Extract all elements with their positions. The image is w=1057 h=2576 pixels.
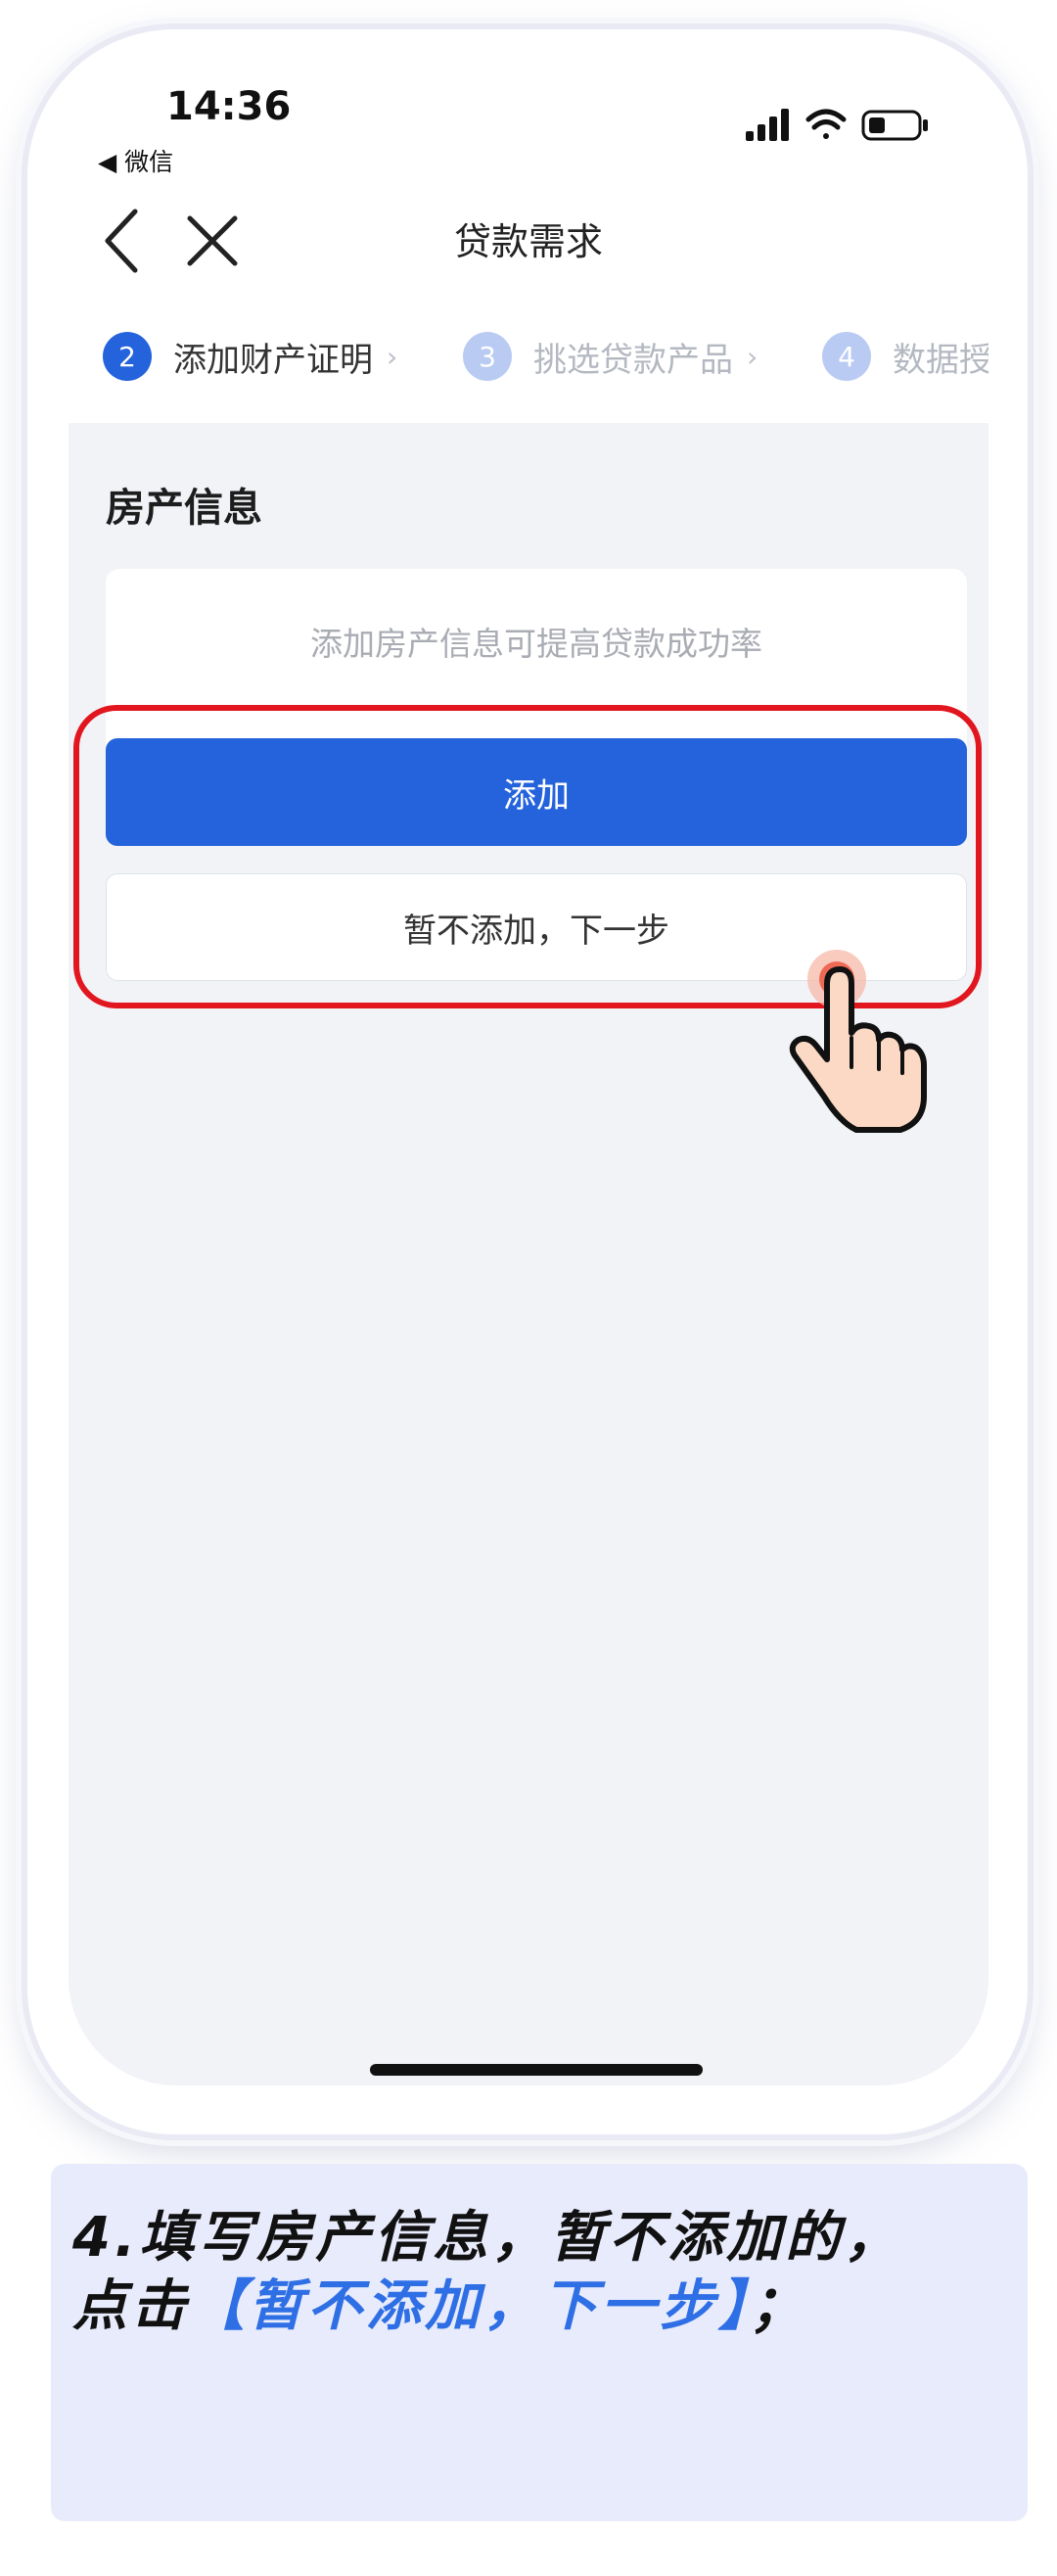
step-number: 4 [822,332,871,381]
signal-icon [746,109,789,141]
back-to-app-link[interactable]: ◀ 微信 [98,143,173,178]
section-title: 房产信息 [106,486,262,531]
chevron-right-icon: › [387,340,398,373]
wifi-icon [805,109,847,139]
caption-suffix: ； [750,2274,808,2338]
battery-icon [861,110,928,141]
page-title: 贷款需求 [453,220,603,263]
hint-text: 添加房产信息可提高贷款成功率 [310,625,762,663]
instruction-caption: 4.填写房产信息，暂不添加的， 点击【暂不添加，下一步】； [51,2164,1028,2521]
status-time: 14:36 [166,84,292,129]
step-item[interactable]: 3 挑选贷款产品 › [463,327,758,386]
caption-line-1: 4.填写房产信息，暂不添加的， [72,2206,903,2270]
caption-line-2: 点击【暂不添加，下一步】； [72,2262,808,2341]
step-label: 数据授 [893,340,988,380]
step-number: 2 [103,332,152,381]
status-icons [746,109,928,141]
step-label: 挑选贷款产品 [533,340,733,380]
step-item[interactable]: 2 添加财产证明 › [103,327,397,386]
caption-highlight: 【暂不添加，下一步】 [190,2274,750,2338]
chevron-right-icon: › [747,340,758,373]
step-label: 添加财产证明 [173,340,373,380]
caption-prefix: 点击 [72,2274,190,2338]
pointing-hand-icon [789,950,927,1133]
home-indicator [370,2064,703,2076]
step-item[interactable]: 4 数据授 [822,327,988,386]
step-number: 3 [463,332,512,381]
